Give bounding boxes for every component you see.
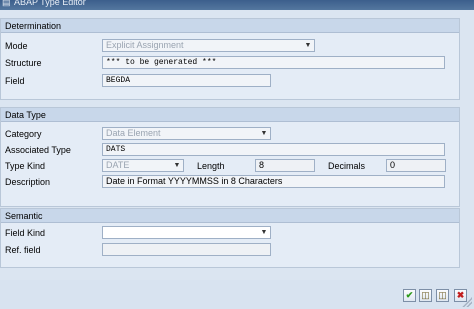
category-label: Category bbox=[5, 129, 42, 139]
type-kind-label: Type Kind bbox=[5, 161, 46, 171]
associated-type-label: Associated Type bbox=[5, 145, 71, 155]
ref-field-input[interactable] bbox=[102, 243, 271, 256]
chevron-down-icon[interactable]: ▼ bbox=[173, 161, 181, 170]
type-kind-value: DATE bbox=[106, 160, 130, 170]
dialog-body: Determination Mode Explicit Assignment ▼… bbox=[0, 10, 474, 309]
window-titlebar[interactable]: ▤ ABAP Type Editor bbox=[0, 0, 474, 10]
type-kind-select[interactable]: DATE ▼ bbox=[102, 159, 184, 172]
chevron-down-icon[interactable]: ▼ bbox=[260, 228, 268, 237]
semantic-group: Semantic Field Kind ▼ Ref. field bbox=[0, 208, 460, 268]
semantic-header: Semantic bbox=[1, 209, 459, 223]
field-label: Field bbox=[5, 76, 25, 86]
associated-type-field[interactable]: DATS bbox=[102, 143, 445, 156]
length-label: Length bbox=[197, 161, 225, 171]
ok-button[interactable]: ✔ bbox=[403, 289, 416, 302]
decimals-field[interactable]: 0 bbox=[386, 159, 446, 172]
field-kind-select[interactable]: ▼ bbox=[102, 226, 271, 239]
data-type-header: Data Type bbox=[1, 108, 459, 122]
abap-window-icon: ▤ bbox=[2, 0, 11, 7]
description-label: Description bbox=[5, 177, 51, 187]
save-local-button[interactable]: ◫ bbox=[419, 289, 432, 302]
ref-field-label: Ref. field bbox=[5, 245, 41, 255]
chevron-down-icon[interactable]: ▼ bbox=[260, 129, 268, 138]
description-field[interactable]: Date in Format YYYYMMSS in 8 Characters bbox=[102, 175, 445, 188]
mode-select[interactable]: Explicit Assignment ▼ bbox=[102, 39, 315, 52]
decimals-label: Decimals bbox=[328, 161, 366, 171]
save-local-icon: ◫ bbox=[421, 290, 430, 300]
save-transport-button[interactable]: ◫ bbox=[436, 289, 449, 302]
checkmark-icon: ✔ bbox=[405, 290, 414, 300]
structure-field[interactable]: *** to be generated *** bbox=[102, 56, 445, 69]
length-field[interactable]: 8 bbox=[255, 159, 315, 172]
mode-label: Mode bbox=[5, 41, 28, 51]
field-kind-label: Field Kind bbox=[5, 228, 46, 238]
resize-grip-icon[interactable] bbox=[462, 297, 472, 307]
field-input[interactable]: BEGDA bbox=[102, 74, 271, 87]
save-transport-icon: ◫ bbox=[438, 290, 447, 300]
structure-label: Structure bbox=[5, 58, 42, 68]
category-value: Data Element bbox=[106, 128, 161, 138]
category-select[interactable]: Data Element ▼ bbox=[102, 127, 271, 140]
data-type-group: Data Type Category Data Element ▼ Associ… bbox=[0, 107, 460, 207]
determination-group: Determination Mode Explicit Assignment ▼… bbox=[0, 18, 460, 100]
determination-header: Determination bbox=[1, 19, 459, 33]
mode-value: Explicit Assignment bbox=[106, 40, 184, 50]
window-title: ABAP Type Editor bbox=[14, 0, 86, 7]
chevron-down-icon[interactable]: ▼ bbox=[304, 41, 312, 50]
